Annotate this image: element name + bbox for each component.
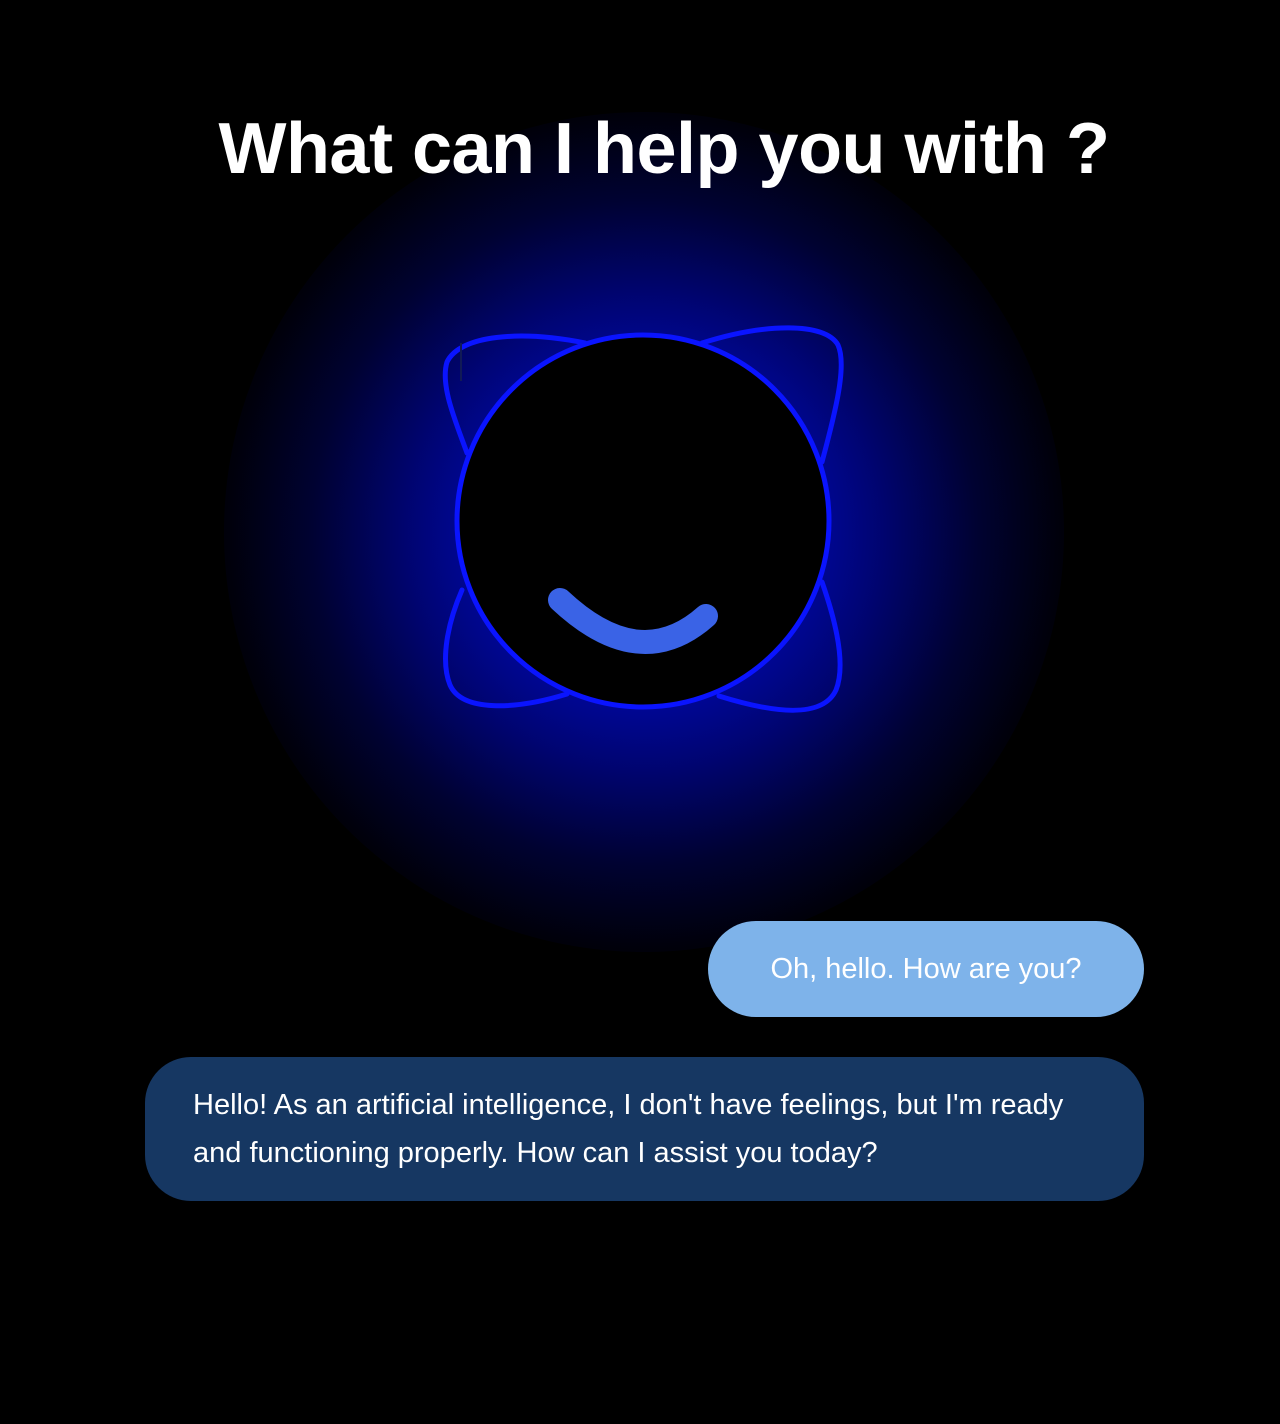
user-message-bubble: Oh, hello. How are you?	[708, 921, 1144, 1017]
user-message-text: Oh, hello. How are you?	[770, 953, 1082, 985]
smiling-orb-icon	[442, 325, 844, 713]
page-title: What can I help you with ?	[218, 109, 1110, 189]
assistant-message-bubble: Hello! As an artificial intelligence, I …	[145, 1057, 1144, 1201]
assistant-message-text: Hello! As an artificial intelligence, I …	[193, 1089, 1064, 1169]
